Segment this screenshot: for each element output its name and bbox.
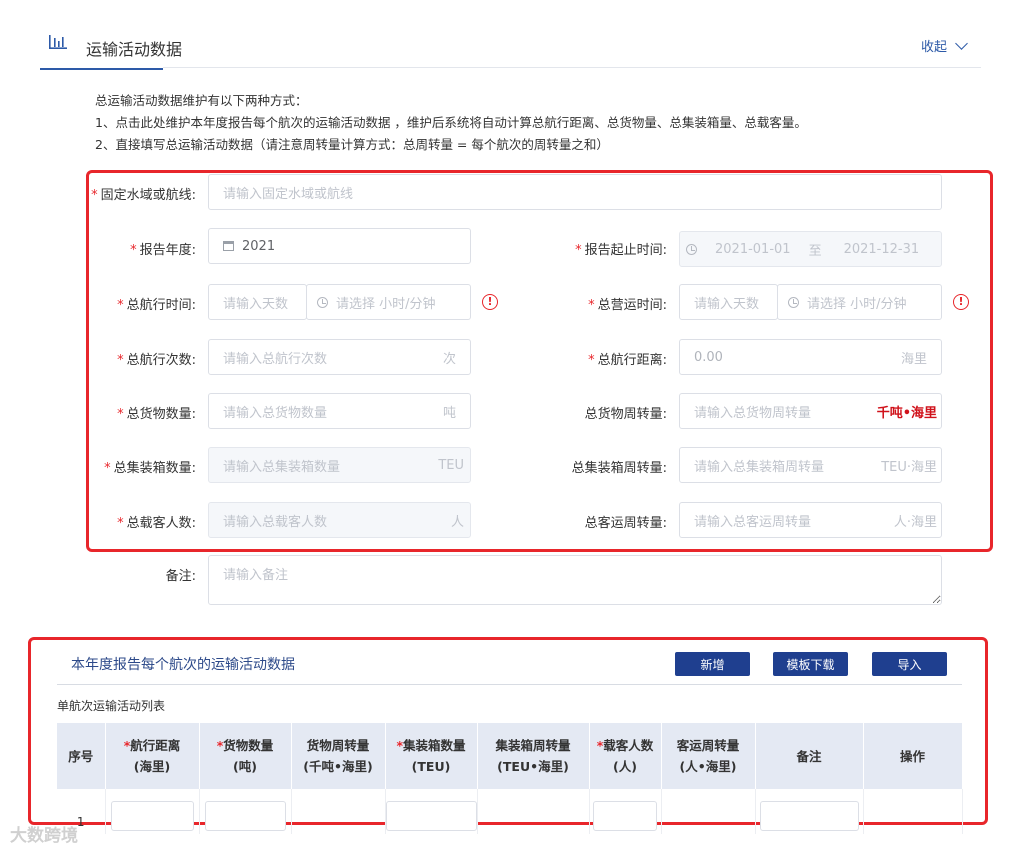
warning-icon: ! [482,294,498,310]
remark-textarea[interactable] [208,555,942,605]
column-header: 备注 [755,723,864,789]
remark-label: 备注: [165,569,196,584]
voyage-table: 序号 *航行距离 (海里) *货物数量 (吨) 货物周转量 (千吨•海里) *集装箱数量 (TE… [57,723,963,834]
add-button[interactable]: 新增 [675,652,750,676]
column-header: *载客人数 (人) [589,723,662,789]
total-cargo-label: * 总货物数量: [117,407,196,422]
route-input[interactable]: 请输入固定水域或航线 [208,174,942,210]
remark-cell [755,789,864,834]
total-voyages-label: * 总航行次数: [117,353,196,368]
container-turnover-label: 总集装箱周转量: [571,461,667,476]
instructions-line-1[interactable]: 1、点击此处维护本年度报告每个航次的运输活动数据 ，维护后系统将自动计算总航行距… [95,112,807,134]
section-header: 运输活动数据 收起 [0,0,1017,70]
distance-cell [105,789,200,834]
instructions-intro: 总运输活动数据维护有以下两种方式： [95,93,308,108]
chevron-down-icon [955,36,968,50]
column-header: 操作 [863,723,963,789]
column-header: *航行距离 (海里) [105,723,200,789]
column-header: 集装箱周转量 (TEU•海里) [477,723,590,789]
passenger-turnover-input[interactable]: 请输入总客运周转量 人·海里 [679,502,942,538]
total-operate-time-label: * 总营运时间: [588,298,667,313]
clock-icon [686,243,697,255]
bar-chart-icon [49,35,67,49]
section-title: 运输活动数据 [86,40,183,59]
total-containers-input: 请输入总集装箱数量 TEU [208,447,471,483]
sail-days-input[interactable]: 请输入天数 [208,284,307,320]
container-turnover-cell [477,789,590,834]
watermark-logo: 大数跨境 [10,826,78,846]
row-remark-input[interactable] [759,801,859,831]
total-containers-label: * 总集装箱数量: [104,461,196,476]
total-sail-time-label: * 总航行时间: [117,298,196,313]
passenger-turnover-label: 总客运周转量: [584,516,667,531]
cargo-input[interactable] [204,801,286,831]
operate-days-input[interactable]: 请输入天数 [679,284,778,320]
cargo-turnover-label: 总货物周转量: [584,407,667,422]
report-year-label: * 报告年度: [130,243,196,258]
calendar-icon [223,241,234,251]
distance-input[interactable] [110,801,194,831]
route-label: * 固定水域或航线: [91,188,196,203]
table-row: 1 [57,789,963,834]
column-header: 客运周转量 (人•海里) [661,723,756,789]
header-divider [163,67,981,68]
total-distance-label: * 总航行距离: [588,353,667,368]
report-year-picker[interactable]: 2021 [208,228,471,264]
collapse-button[interactable]: 收起 [921,36,968,55]
report-period-label: * 报告起止时间: [575,243,667,258]
sail-time-picker[interactable]: 请选择 小时/分钟 [306,284,471,320]
voyage-list-title: 单航次运输活动列表 [57,699,166,713]
passengers-cell [589,789,662,834]
voyages-section-title: 本年度报告每个航次的运输活动数据 [71,657,295,673]
instructions-line-2: 2、直接填写总运输活动数据（请注意周转量计算方式：总周转量 = 每个航次的周转量… [95,137,609,152]
column-header: *货物数量 (吨) [199,723,292,789]
containers-input[interactable] [385,801,477,831]
cargo-cell [199,789,292,834]
clock-icon [317,296,328,308]
total-cargo-input[interactable]: 请输入总货物数量吨 [208,393,471,429]
template-download-button[interactable]: 模板下载 [773,652,848,676]
actions-cell [863,789,963,834]
warning-icon: ! [953,294,969,310]
containers-cell [385,789,478,834]
total-distance-input[interactable]: 0.00 海里 [679,339,942,375]
column-header: 序号 [57,723,106,789]
container-turnover-input[interactable]: 请输入总集装箱周转量 TEU·海里 [679,447,942,483]
collapse-label: 收起 [921,40,948,55]
column-header: *集装箱数量 (TEU) [385,723,478,789]
column-header: 货物周转量 (千吨•海里) [291,723,386,789]
operate-time-picker[interactable]: 请选择 小时/分钟 [777,284,942,320]
cargo-turnover-input[interactable]: 请输入总货物周转量 千吨•海里 [679,393,942,429]
instructions: 总运输活动数据维护有以下两种方式： 1、点击此处维护本年度报告每个航次的运输活动… [95,90,807,156]
voyages-divider [57,684,962,685]
cargo-turnover-cell [291,789,386,834]
clock-icon [788,296,799,308]
total-passengers-input: 请输入总载客人数人 [208,502,471,538]
passengers-input[interactable] [593,801,657,831]
section-tab: 运输活动数据 [40,26,182,70]
passenger-turnover-cell [661,789,756,834]
import-button[interactable]: 导入 [872,652,947,676]
table-header-row: 序号 *航行距离 (海里) *货物数量 (吨) 货物周转量 (千吨•海里) *集装箱数量 (TE… [57,723,963,789]
total-passengers-label: * 总载客人数: [117,516,196,531]
report-period-range: 2021-01-01 至 2021-12-31 [679,231,942,267]
total-voyages-input[interactable]: 请输入总航行次数次 [208,339,471,375]
